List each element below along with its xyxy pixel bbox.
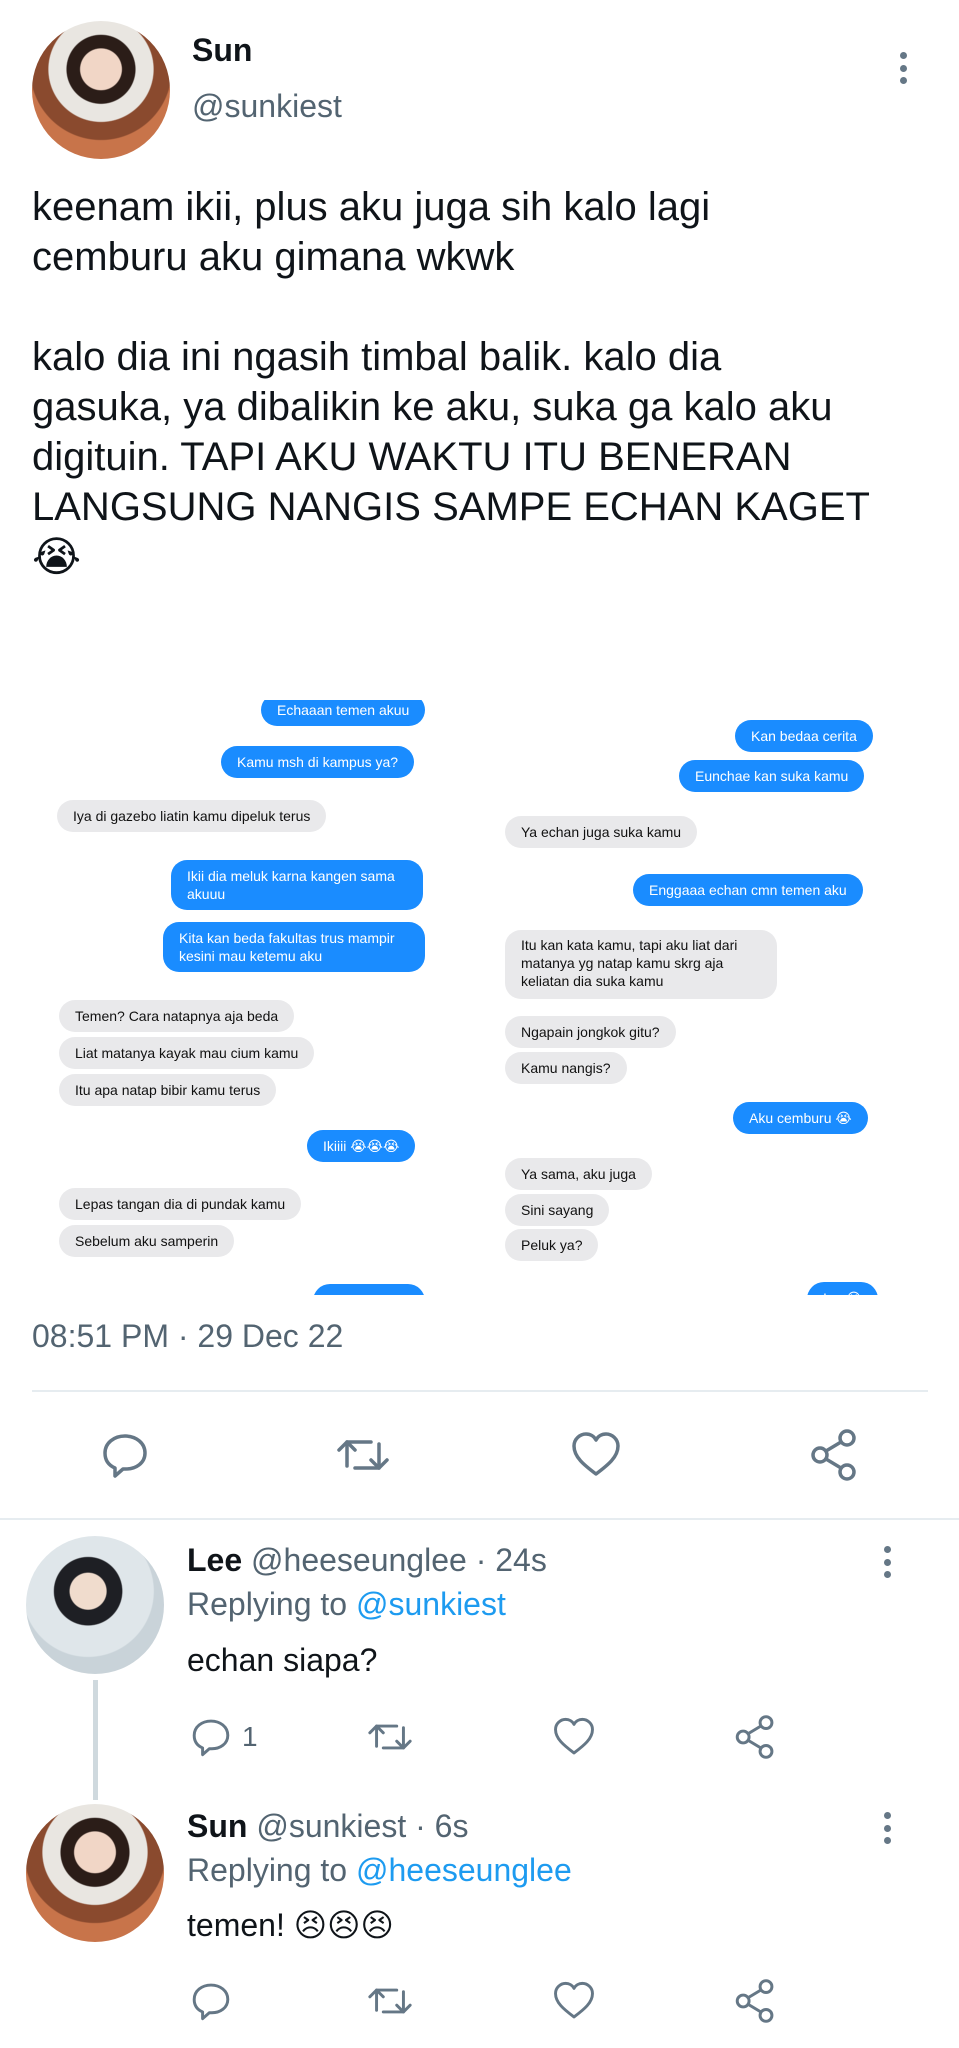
chat-bubble-line: Itu kan kata kamu, tapi aku liat dari bbox=[521, 937, 738, 953]
replying-to: Replying to @heeseunglee bbox=[187, 1852, 572, 1889]
chat-bubble-line: matanya yg natap kamu skrg aja bbox=[521, 955, 724, 971]
reply-count: 1 bbox=[242, 1721, 258, 1752]
reply-avatar[interactable] bbox=[26, 1804, 164, 1942]
chat-bubble: Ikiiii 😭😭😭 bbox=[307, 1130, 416, 1162]
chat-bubble: Enggaaa echan cmn temen aku bbox=[633, 874, 863, 906]
replying-to-link[interactable]: @sunkiest bbox=[356, 1586, 506, 1622]
author-avatar[interactable] bbox=[32, 21, 170, 159]
chat-bubble: Kamu msh di kampus ya? bbox=[221, 746, 415, 778]
comment-icon[interactable]: 1 bbox=[190, 1716, 258, 1758]
tweet-timestamp[interactable]: 08:51 PM · 29 Dec 22 bbox=[32, 1318, 343, 1355]
retweet-icon[interactable] bbox=[366, 1716, 414, 1758]
more-vertical-icon[interactable] bbox=[882, 1812, 892, 1844]
chat-bubble-line: Ikii dia meluk karna kangen sama bbox=[187, 868, 395, 884]
share-icon[interactable] bbox=[733, 1714, 777, 1760]
more-vertical-icon[interactable] bbox=[882, 1546, 892, 1578]
reply-author-name[interactable]: Sun bbox=[187, 1808, 247, 1844]
reply-header: Sun @sunkiest · 6s bbox=[187, 1808, 468, 1845]
reply-handle-time[interactable]: @sunkiest · 6s bbox=[256, 1808, 468, 1844]
thread-line bbox=[93, 1680, 98, 1800]
chat-bubble-partial bbox=[313, 1284, 425, 1295]
tweet-text-line: digituin. TAPI AKU WAKTU ITU BENERAN bbox=[32, 435, 792, 479]
heart-icon[interactable] bbox=[570, 1430, 622, 1480]
retweet-icon[interactable] bbox=[335, 1430, 391, 1480]
replying-to-label: Replying to bbox=[187, 1852, 348, 1888]
author-handle[interactable]: @sunkiest bbox=[192, 88, 342, 125]
heart-icon[interactable] bbox=[552, 1716, 596, 1758]
tweet-text-line: cemburu aku gimana wkwk bbox=[32, 235, 515, 279]
chat-bubble: Aku cemburu 😭 bbox=[733, 1102, 868, 1134]
reply-text: echan siapa? bbox=[187, 1642, 378, 1678]
chat-bubble: Itu kan kata kamu, tapi aku liat dari ma… bbox=[505, 930, 777, 999]
section-divider bbox=[0, 1518, 959, 1520]
retweet-icon[interactable] bbox=[366, 1980, 414, 2022]
chat-bubble: Eunchae kan suka kamu bbox=[679, 760, 865, 792]
chat-bubble: Echaaan temen akuu bbox=[261, 700, 426, 726]
chat-bubble: Lepas tangan dia di pundak kamu bbox=[59, 1188, 302, 1220]
chat-screenshot-image[interactable]: Echaaan temen akuu Kamu msh di kampus ya… bbox=[55, 700, 905, 1295]
share-icon[interactable] bbox=[733, 1978, 777, 2024]
chat-bubble: Temen? Cara natapnya aja beda bbox=[59, 1000, 295, 1032]
tweet-text: keenam ikii, plus aku juga sih kalo lagi… bbox=[32, 182, 932, 582]
reply-text: temen! 😣😣😣 bbox=[187, 1907, 394, 1943]
chat-bubble: Sebelum aku samperin bbox=[59, 1225, 235, 1257]
chat-bubble: Ngapain jongkok gitu? bbox=[505, 1016, 676, 1048]
tweet-text-line: gasuka, ya dibalikin ke aku, suka ga kal… bbox=[32, 385, 833, 429]
divider bbox=[32, 1390, 928, 1392]
chat-bubble: Iya 😭 bbox=[807, 1282, 878, 1295]
tweet-text-line: keenam ikii, plus aku juga sih kalo lagi bbox=[32, 185, 711, 229]
chat-bubble-line: kesini mau ketemu aku bbox=[179, 948, 323, 964]
replying-to: Replying to @sunkiest bbox=[187, 1586, 506, 1623]
chat-bubble: Peluk ya? bbox=[505, 1229, 599, 1261]
chat-bubble: Kan bedaa cerita bbox=[735, 720, 873, 752]
chat-bubble: Liat matanya kayak mau cium kamu bbox=[59, 1037, 315, 1069]
chat-bubble-line: Kita kan beda fakultas trus mampir bbox=[179, 930, 395, 946]
chat-bubble-line: akuuu bbox=[187, 886, 226, 902]
chat-bubble: Ya echan juga suka kamu bbox=[505, 816, 698, 848]
chat-bubble-line: keliatan dia suka kamu bbox=[521, 973, 664, 989]
heart-icon[interactable] bbox=[552, 1980, 596, 2022]
chat-bubble: Iya di gazebo liatin kamu dipeluk terus bbox=[57, 800, 327, 832]
chat-bubble: Sini sayang bbox=[505, 1194, 610, 1226]
replying-to-link[interactable]: @heeseunglee bbox=[356, 1852, 572, 1888]
reply-handle-time[interactable]: @heeseunglee · 24s bbox=[251, 1542, 547, 1578]
reply-avatar[interactable] bbox=[26, 1536, 164, 1674]
more-vertical-icon[interactable] bbox=[898, 52, 908, 84]
chat-bubble: Ikii dia meluk karna kangen sama akuuu bbox=[171, 860, 423, 910]
tweet-text-line: kalo dia ini ngasih timbal balik. kalo d… bbox=[32, 335, 722, 379]
reply-header: Lee @heeseunglee · 24s bbox=[187, 1542, 547, 1579]
chat-bubble: Kamu nangis? bbox=[505, 1052, 627, 1084]
author-name[interactable]: Sun bbox=[192, 32, 252, 69]
chat-bubble: Kita kan beda fakultas trus mampir kesin… bbox=[163, 922, 425, 972]
chat-bubble: Itu apa natap bibir kamu terus bbox=[59, 1074, 277, 1106]
chat-bubble: Ya sama, aku juga bbox=[505, 1158, 652, 1190]
replying-to-label: Replying to bbox=[187, 1586, 348, 1622]
crying-emoji: 😭 bbox=[32, 533, 82, 580]
reply-author-name[interactable]: Lee bbox=[187, 1542, 242, 1578]
comment-icon[interactable] bbox=[190, 1980, 232, 2022]
share-icon[interactable] bbox=[808, 1428, 860, 1482]
tweet-text-line: LANGSUNG NANGIS SAMPE ECHAN KAGET bbox=[32, 485, 870, 529]
comment-icon[interactable] bbox=[100, 1430, 150, 1480]
